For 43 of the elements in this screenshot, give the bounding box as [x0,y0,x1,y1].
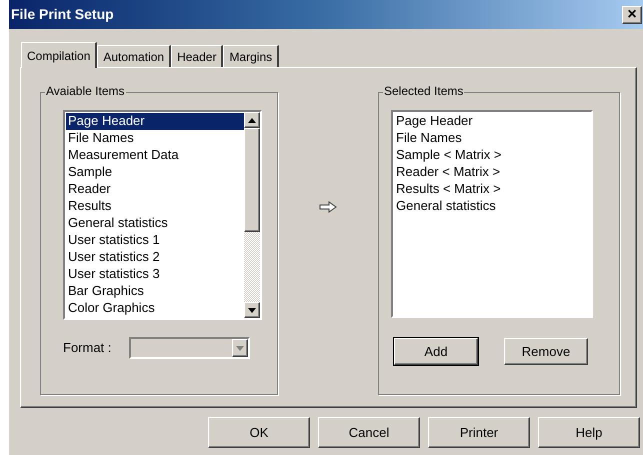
list-item[interactable]: Sample < Matrix > [396,147,591,164]
scrollbar[interactable] [244,112,260,318]
right-arrow-icon [319,201,337,213]
list-action-button[interactable]: Remove [504,338,588,365]
selected-items-list[interactable]: Page Header File Names Sample < Matrix > Reader < Matrix > Results < Matrix > General statistics [391,110,593,318]
list-item[interactable]: Reader [66,181,244,198]
tab[interactable]: Header [171,45,224,67]
down-triangle-icon [236,346,244,350]
list-item[interactable]: Page Header [66,113,244,130]
dialog-button[interactable]: OK [208,417,310,448]
list-item[interactable]: General statistics [396,198,591,215]
scroll-thumb[interactable] [244,128,260,232]
format-label: Format : [63,339,112,358]
list-item[interactable]: User statistics 1 [66,232,244,249]
window-title: File Print Setup [11,5,114,24]
list-item[interactable]: Bar Graphics [66,283,244,300]
list-item[interactable]: User statistics 2 [66,249,244,266]
list-item[interactable]: Results < Matrix > [396,181,591,198]
list-item[interactable]: Results [66,198,244,215]
scroll-down-button[interactable] [244,302,260,318]
available-items-list[interactable]: Page Header File Names Measurement Data Sample Reader Results General statistics User statistics 1 User statistics 2 User statistics 3 Bar Graphics Color Graphics [63,110,262,320]
list-item[interactable]: User statistics 3 [66,266,244,283]
dialog-button[interactable]: Help [538,417,640,448]
list-item[interactable]: General statistics [66,215,244,232]
list-item[interactable]: Sample [66,164,244,181]
group-title: Avaiable Items [45,85,126,97]
up-triangle-icon [248,118,256,122]
down-triangle-icon [248,308,256,312]
list-item[interactable]: File Names [396,130,591,147]
list-item[interactable]: Measurement Data [66,147,244,164]
list-item[interactable]: File Names [66,130,244,147]
list-item[interactable]: Reader < Matrix > [396,164,591,181]
tab[interactable]: Automation [97,45,172,67]
group-title: Selected Items [383,85,464,97]
list-action-button[interactable]: Add [394,338,478,365]
dialog-button[interactable]: Cancel [318,417,420,448]
list-item[interactable]: Page Header [396,113,591,130]
close-button[interactable]: × [622,6,642,24]
dialog-button[interactable]: Printer [428,417,530,448]
tab[interactable]: Compilation [21,42,98,68]
scroll-up-button[interactable] [244,112,260,128]
tab[interactable]: Margins [223,45,280,67]
list-item[interactable]: Color Graphics [66,300,244,317]
